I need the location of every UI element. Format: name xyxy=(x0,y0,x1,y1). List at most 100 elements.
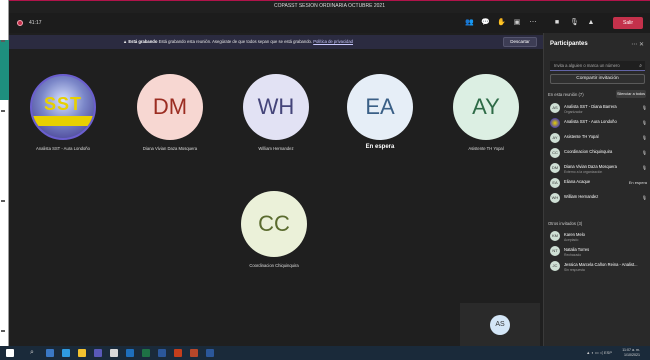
system-tray[interactable]: ▲ ◐ ▭ ◁ ESP xyxy=(586,350,612,355)
participant-avatar: JC xyxy=(550,261,560,271)
excel-icon[interactable] xyxy=(142,349,150,357)
tray-icons: ▲ ◐ ▭ ◁ xyxy=(586,350,603,355)
recording-banner: ▲ Está grabando Está grabando esta reuni… xyxy=(9,35,543,49)
tile-status-waiting: En espera xyxy=(365,144,395,150)
participant-row[interactable]: AS Analista SST - Diana Barrera Organizado… xyxy=(548,101,649,116)
window-title: COPASST SESION ORDINARIA OCTUBRE 2021 xyxy=(274,3,385,9)
tile-name: Analista SST - Aura Londoño xyxy=(36,146,90,151)
tile-name: Asistente TH Yopal xyxy=(468,146,504,151)
pdf-icon[interactable] xyxy=(190,349,198,357)
waiting-status: En espera xyxy=(628,180,647,185)
microphone-icon[interactable]: 🎙 xyxy=(570,19,579,27)
participant-tile[interactable]: WH William Hernandez xyxy=(231,74,321,151)
invite-input[interactable]: Invita a alguien o marca un número ⌕ xyxy=(550,61,645,71)
participant-tile[interactable]: SST Analista SST - Aura Londoño xyxy=(18,74,108,151)
warning-icon: ▲ xyxy=(123,39,128,44)
meeting-toolbar: 41:17 👥 💬 ✋ ▣ ⋯ xyxy=(9,13,543,33)
mic-icon: 🎙 xyxy=(641,165,647,170)
mic-icon: 🎙 xyxy=(641,135,647,140)
share-invite-button[interactable]: Compartir invitación xyxy=(550,74,645,84)
participant-tile[interactable]: EA En espera xyxy=(335,74,425,150)
video-stage: SST Analista SST - Aura Londoño DM Diana… xyxy=(9,49,543,347)
participant-avatar: AS xyxy=(550,103,560,113)
participant-status: Aceptado xyxy=(564,237,579,242)
participant-row[interactable]: KM Karen Melo Aceptado xyxy=(548,229,649,244)
more-actions-icon[interactable]: ⋯ xyxy=(529,19,537,27)
rooms-icon[interactable]: ▣ xyxy=(513,19,521,27)
dismiss-button[interactable]: Descartar xyxy=(503,37,537,47)
more-icon[interactable]: ⋯ xyxy=(631,42,637,48)
clock[interactable]: 11:07 a. m. 1/10/2021 xyxy=(622,348,640,358)
participant-row[interactable]: EA Eliana Acaque En espera xyxy=(548,176,649,191)
word-doc-icon[interactable] xyxy=(206,349,214,357)
search-icon[interactable]: ⌕ xyxy=(30,349,34,357)
browser-icon[interactable] xyxy=(62,349,70,357)
mute-all-button[interactable]: Silenciar a todos xyxy=(616,90,646,98)
chat-icon[interactable]: 💬 xyxy=(481,19,490,27)
participant-tile[interactable]: AY Asistente TH Yopal xyxy=(441,74,531,151)
edge-mark xyxy=(1,200,5,202)
call-controls: ■ 🎙 ▲ Salir xyxy=(543,13,650,33)
participant-row[interactable]: AY Asistente TH Yopal 🎙 xyxy=(548,131,649,146)
participant-status: Externo a la organización xyxy=(564,169,603,174)
mic-icon: 🎙 xyxy=(641,120,647,125)
background-window-edge xyxy=(0,0,9,346)
outlook-icon[interactable] xyxy=(126,349,134,357)
recording-icon xyxy=(17,20,23,26)
participant-row[interactable]: DM Diana Vivian Daza Mosquera Externo a la… xyxy=(548,161,649,176)
folder-icon[interactable] xyxy=(78,349,86,357)
self-view[interactable]: AS xyxy=(460,303,540,347)
search-icon: ⌕ xyxy=(639,63,642,69)
privacy-policy-link[interactable]: Política de privacidad xyxy=(313,39,353,44)
participant-name: Eliana Acaque xyxy=(564,179,591,184)
participant-row[interactable]: WH William Hernandez 🎙 xyxy=(548,191,649,206)
language-indicator: ESP xyxy=(603,350,612,355)
avatar: EA xyxy=(347,74,413,140)
participants-icon[interactable]: 👥 xyxy=(465,19,474,27)
start-icon[interactable] xyxy=(6,349,14,357)
participant-avatar: KM xyxy=(550,231,560,241)
participant-name: Asistente TH Yopal xyxy=(564,134,599,139)
avatar: WH xyxy=(243,74,309,140)
meeting-timer: 41:17 xyxy=(29,20,42,26)
avatar: CC xyxy=(241,191,307,257)
invite-placeholder: Invita a alguien o marca un número xyxy=(554,63,620,68)
participant-row[interactable]: CC Coordinacion Chiquinquira 🎙 xyxy=(548,146,649,161)
self-avatar: AS xyxy=(490,315,510,335)
edge-icon[interactable] xyxy=(46,349,54,357)
participant-tile[interactable]: CC Coordinacion Chiquinquira xyxy=(229,191,319,268)
logo-band xyxy=(32,116,94,126)
powerpoint-icon[interactable] xyxy=(174,349,182,357)
panel-actions: ⋯ ✕ xyxy=(631,41,644,48)
participant-avatar: WH xyxy=(550,193,560,203)
others-header[interactable]: Otros invitados (3) xyxy=(548,221,582,226)
leave-button[interactable]: Salir xyxy=(613,17,643,29)
recording-banner-message: Está grabando esta reunión. Asegúrate de… xyxy=(158,39,313,44)
teams-icon[interactable] xyxy=(94,349,102,357)
tile-name: Coordinacion Chiquinquira xyxy=(249,263,299,268)
participant-avatar: DM xyxy=(550,163,560,173)
share-label: Compartir invitación xyxy=(576,76,619,81)
participant-name: Diana Vivian Daza Mosquera xyxy=(564,164,617,169)
camera-icon[interactable]: ■ xyxy=(553,19,561,27)
word-icon[interactable] xyxy=(158,349,166,357)
participant-row[interactable]: JC Jessica Marcela Cañon Reina - Analist.… xyxy=(548,259,649,274)
participant-avatar: EA xyxy=(550,178,560,188)
edge-mark xyxy=(1,110,5,112)
close-icon[interactable]: ✕ xyxy=(639,42,644,48)
participant-name: Analista SST - Aura Londoño xyxy=(564,119,617,124)
edge-mark xyxy=(1,40,5,42)
in-meeting-header[interactable]: En esta reunión (7) xyxy=(548,92,584,97)
participants-panel: Participantes ⋯ ✕ Invita a alguien o mar… xyxy=(543,33,650,346)
participant-name: Analista SST - Diana Barrera xyxy=(564,104,617,109)
participant-status: Sin respuesta xyxy=(564,267,585,272)
participant-avatar: AY xyxy=(550,133,560,143)
participant-row[interactable]: NT Natalia Torres Rechazado xyxy=(548,244,649,259)
participant-tile[interactable]: DM Diana Vivian Daza Mosquera xyxy=(125,74,215,151)
participant-status: Rechazado xyxy=(564,252,582,257)
share-screen-icon[interactable]: ▲ xyxy=(587,19,595,27)
app-icon[interactable] xyxy=(110,349,118,357)
participant-row[interactable]: Analista SST - Aura Londoño 🎙 xyxy=(548,116,649,131)
participant-name: William Hernandez xyxy=(564,194,599,199)
reactions-icon[interactable]: ✋ xyxy=(497,19,506,27)
